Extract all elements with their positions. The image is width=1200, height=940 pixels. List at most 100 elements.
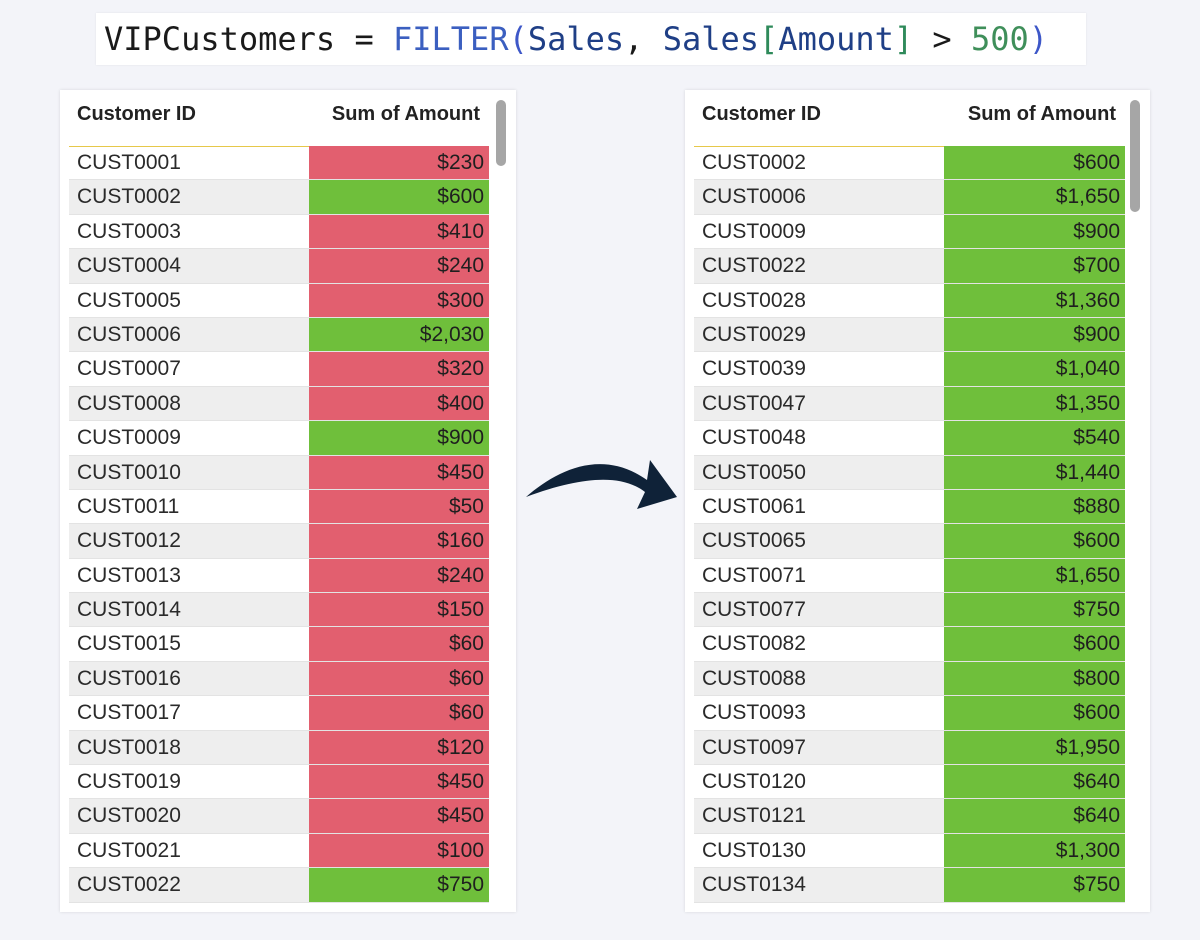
customer-id-cell: CUST0029 xyxy=(702,322,806,346)
table-row[interactable]: CUST0093 $600 xyxy=(694,696,1125,731)
customer-id-cell: CUST0003 xyxy=(77,219,181,243)
table-row[interactable]: CUST0009 $900 xyxy=(694,214,1125,250)
vertical-scrollbar[interactable] xyxy=(1130,100,1140,212)
customer-id-cell: CUST0022 xyxy=(77,873,181,897)
table-row[interactable]: CUST0130 $1,300 xyxy=(694,833,1125,869)
amount-cell: $600 xyxy=(944,627,1125,661)
table-row[interactable]: CUST0097 $1,950 xyxy=(694,730,1125,766)
amount-cell: $600 xyxy=(944,524,1125,558)
table-row[interactable]: CUST0134 $750 xyxy=(694,868,1125,903)
customer-id-cell: CUST0039 xyxy=(702,357,806,381)
formula-open-paren: ( xyxy=(508,20,528,58)
customer-id-cell: CUST0130 xyxy=(702,838,806,862)
table-row[interactable]: CUST0019 $450 xyxy=(69,765,489,800)
formula-variable: VIPCustomers xyxy=(104,20,336,58)
table-row[interactable]: CUST0082 $600 xyxy=(694,627,1125,662)
table-row[interactable]: CUST0029 $900 xyxy=(694,317,1125,353)
amount-cell: $450 xyxy=(309,765,489,799)
table-row[interactable]: CUST0028 $1,360 xyxy=(694,283,1125,318)
amount-cell: $230 xyxy=(309,146,489,180)
customer-id-cell: CUST0050 xyxy=(702,460,806,484)
table-row[interactable]: CUST0077 $750 xyxy=(694,593,1125,628)
table-row[interactable]: CUST0011 $50 xyxy=(69,489,489,525)
table-row[interactable]: CUST0120 $640 xyxy=(694,765,1125,800)
vertical-scrollbar[interactable] xyxy=(496,100,506,166)
column-header-customer-id[interactable]: Customer ID xyxy=(77,103,196,126)
table-row[interactable]: CUST0039 $1,040 xyxy=(694,352,1125,387)
customer-id-cell: CUST0006 xyxy=(77,322,181,346)
amount-cell: $450 xyxy=(309,455,489,489)
formula-table-ref: Sales xyxy=(662,20,760,58)
table-row[interactable]: CUST0048 $540 xyxy=(694,421,1125,456)
amount-cell: $1,040 xyxy=(944,352,1125,386)
curved-arrow-icon xyxy=(526,460,677,509)
column-header-sum-of-amount[interactable]: Sum of Amount xyxy=(968,103,1116,126)
amount-cell: $900 xyxy=(309,421,489,455)
table-row[interactable]: CUST0006 $1,650 xyxy=(694,180,1125,215)
table-row[interactable]: CUST0009 $900 xyxy=(69,421,489,456)
table-row[interactable]: CUST0006 $2,030 xyxy=(69,317,489,353)
customer-id-cell: CUST0017 xyxy=(77,701,181,725)
customer-id-cell: CUST0018 xyxy=(77,735,181,759)
amount-cell: $700 xyxy=(944,249,1125,283)
table-row[interactable]: CUST0022 $750 xyxy=(69,868,489,903)
amount-cell: $100 xyxy=(309,833,489,868)
table-row[interactable]: CUST0010 $450 xyxy=(69,455,489,490)
table-row[interactable]: CUST0065 $600 xyxy=(694,524,1125,559)
table-row[interactable]: CUST0014 $150 xyxy=(69,593,489,628)
customer-id-cell: CUST0008 xyxy=(77,391,181,415)
column-header-sum-of-amount[interactable]: Sum of Amount xyxy=(332,103,480,126)
table-row[interactable]: CUST0012 $160 xyxy=(69,524,489,559)
customer-id-cell: CUST0088 xyxy=(702,666,806,690)
table-row[interactable]: CUST0021 $100 xyxy=(69,833,489,869)
customer-id-cell: CUST0002 xyxy=(77,185,181,209)
table-row[interactable]: CUST0003 $410 xyxy=(69,214,489,250)
table-row[interactable]: CUST0015 $60 xyxy=(69,627,489,662)
table-row[interactable]: CUST0004 $240 xyxy=(69,249,489,284)
table-row[interactable]: CUST0071 $1,650 xyxy=(694,558,1125,594)
table-row[interactable]: CUST0008 $400 xyxy=(69,386,489,422)
table-row[interactable]: CUST0061 $880 xyxy=(694,489,1125,525)
formula-equals: = xyxy=(335,20,393,58)
customer-id-cell: CUST0077 xyxy=(702,598,806,622)
table-row[interactable]: CUST0013 $240 xyxy=(69,558,489,594)
table-row[interactable]: CUST0047 $1,350 xyxy=(694,386,1125,422)
customer-id-cell: CUST0021 xyxy=(77,838,181,862)
table-row[interactable]: CUST0022 $700 xyxy=(694,249,1125,284)
amount-cell: $1,650 xyxy=(944,180,1125,214)
amount-cell: $1,360 xyxy=(944,283,1125,317)
table-row[interactable]: CUST0020 $450 xyxy=(69,799,489,834)
table-row[interactable]: CUST0002 $600 xyxy=(694,146,1125,181)
table-row[interactable]: CUST0001 $230 xyxy=(69,146,489,181)
table-row[interactable]: CUST0007 $320 xyxy=(69,352,489,387)
table-row[interactable]: CUST0018 $120 xyxy=(69,730,489,766)
customer-id-cell: CUST0012 xyxy=(77,529,181,553)
table-row[interactable]: CUST0005 $300 xyxy=(69,283,489,318)
customer-id-cell: CUST0065 xyxy=(702,529,806,553)
customer-id-cell: CUST0004 xyxy=(77,254,181,278)
formula-comma: , xyxy=(624,20,663,58)
column-header-customer-id[interactable]: Customer ID xyxy=(702,103,821,126)
table-row[interactable]: CUST0050 $1,440 xyxy=(694,455,1125,490)
formula-close-paren: ) xyxy=(1028,20,1049,58)
amount-cell: $600 xyxy=(309,180,489,214)
amount-cell: $900 xyxy=(944,317,1125,352)
customer-id-cell: CUST0097 xyxy=(702,735,806,759)
dax-formula-bar: VIPCustomers = FILTER(Sales, Sales[Amoun… xyxy=(96,13,1086,65)
amount-cell: $540 xyxy=(944,421,1125,455)
table-row[interactable]: CUST0002 $600 xyxy=(69,180,489,215)
amount-cell: $400 xyxy=(309,386,489,421)
table-row[interactable]: CUST0017 $60 xyxy=(69,696,489,731)
customer-id-cell: CUST0020 xyxy=(77,804,181,828)
amount-cell: $60 xyxy=(309,696,489,730)
table-row[interactable]: CUST0121 $640 xyxy=(694,799,1125,834)
customer-id-cell: CUST0071 xyxy=(702,563,806,587)
customer-id-cell: CUST0013 xyxy=(77,563,181,587)
table-row[interactable]: CUST0088 $800 xyxy=(694,661,1125,697)
formula-column: Amount xyxy=(778,20,894,58)
sales-table-visual: Customer ID Sum of Amount CUST0001 $230 CU… xyxy=(60,90,516,912)
customer-id-cell: CUST0120 xyxy=(702,770,806,794)
amount-cell: $600 xyxy=(944,146,1125,180)
amount-cell: $320 xyxy=(309,352,489,386)
table-row[interactable]: CUST0016 $60 xyxy=(69,661,489,697)
